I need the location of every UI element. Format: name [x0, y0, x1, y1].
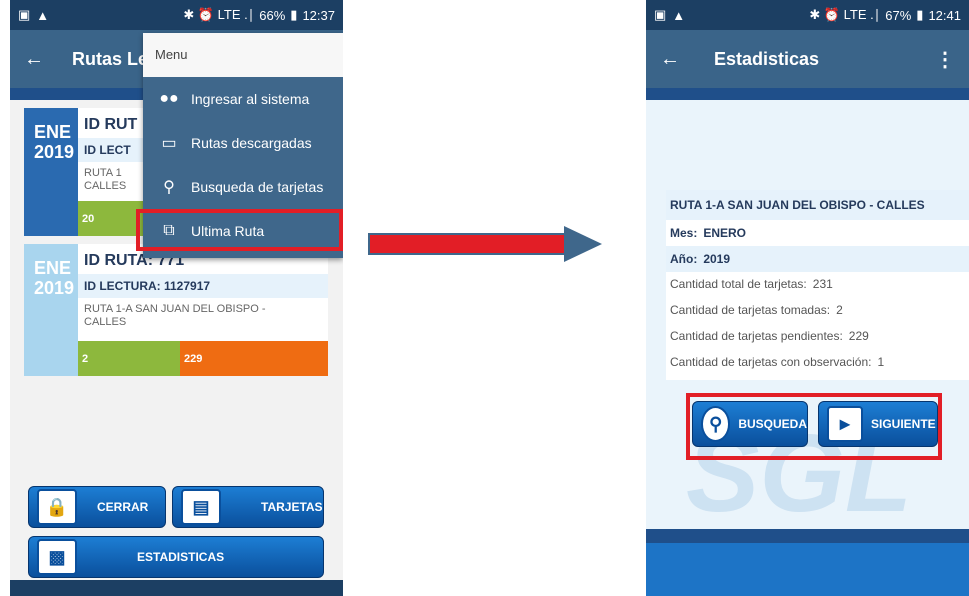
- status-bar: ▣ ▲ ✱ ⏰ LTE .∣ 66% ▮ 12:37: [10, 0, 343, 30]
- more-options-icon[interactable]: ⋮: [935, 47, 955, 72]
- footer-band: [646, 529, 969, 543]
- cards-button[interactable]: ▤ TARJETAS: [172, 486, 324, 528]
- statistics-button-label: ESTADISTICAS: [137, 550, 225, 564]
- close-button[interactable]: 🔒 CERRAR: [28, 486, 166, 528]
- cards-button-label: TARJETAS: [261, 500, 323, 514]
- back-arrow-icon[interactable]: ←: [660, 48, 680, 71]
- battery-icon: ▮: [916, 7, 924, 22]
- card-date: ENE 2019: [24, 108, 78, 236]
- battery-level: 67%: [885, 7, 912, 23]
- stats-year-label: Año:: [670, 252, 698, 266]
- highlight-box-ultima-ruta: [136, 209, 343, 251]
- nav-bar: [10, 580, 343, 596]
- stats-line-value: 2: [836, 303, 843, 317]
- stats-line-value: 1: [877, 355, 885, 369]
- card-month: ENE: [34, 122, 72, 142]
- menu-item-busqueda[interactable]: ⚲ Busqueda de tarjetas: [143, 165, 343, 209]
- clock: 12:37: [302, 7, 335, 23]
- warning-icon: ▲: [672, 7, 686, 23]
- folder-icon: ▭: [161, 135, 177, 152]
- bar-chart-icon: ▩: [37, 539, 77, 575]
- users-icon: ●●: [159, 90, 179, 107]
- card-date: ENE 2019: [24, 244, 78, 376]
- battery-level: 66%: [259, 7, 286, 23]
- card-month: ENE: [34, 258, 72, 278]
- stats-line-label: Cantidad de tarjetas pendientes:: [670, 329, 843, 343]
- stats-line-label: Cantidad de tarjetas con observación:: [670, 355, 872, 369]
- route-card[interactable]: ENE 2019 ID RUTA: 771 ID LECTURA: 112791…: [24, 244, 328, 376]
- card-id-lectura: ID LECTURA: 1127917: [78, 274, 328, 298]
- status-bar: ▣ ▲ ✱ ⏰ LTE .∣ 67% ▮ 12:41: [646, 0, 969, 30]
- warning-icon: ▲: [36, 7, 50, 23]
- card-year: 2019: [34, 142, 75, 162]
- menu-item-label: Ingresar al sistema: [191, 91, 310, 107]
- card-ruta-name: RUTA 1-A SAN JUAN DEL OBISPO - CALLES: [84, 303, 266, 328]
- highlight-box-buttons: [686, 393, 942, 460]
- statistics-panel: RUTA 1-A SAN JUAN DEL OBISPO - CALLES Me…: [666, 190, 969, 380]
- stats-line-value: 229: [848, 329, 869, 343]
- right-phone-screen: ▣ ▲ ✱ ⏰ LTE .∣ 67% ▮ 12:41 ← Estadistica…: [646, 0, 969, 596]
- stats-line-label: Cantidad de tarjetas tomadas:: [670, 303, 831, 317]
- stats-line-value: 231: [812, 277, 833, 291]
- lock-icon: 🔒: [37, 489, 77, 525]
- menu-item-label: Busqueda de tarjetas: [191, 179, 324, 195]
- stats-month: Mes: ENERO: [666, 220, 969, 246]
- search-icon: ⚲: [163, 179, 175, 196]
- menu-item-rutas-descargadas[interactable]: ▭ Rutas descargadas: [143, 121, 343, 165]
- stats-route-title: RUTA 1-A SAN JUAN DEL OBISPO - CALLES: [666, 190, 969, 220]
- stats-line-label: Cantidad total de tarjetas:: [670, 277, 807, 291]
- transition-arrow: [368, 226, 602, 262]
- stats-taken-cards: Cantidad de tarjetas tomadas: 2: [666, 298, 969, 324]
- screen-icon: ▣: [654, 7, 667, 22]
- footer-area: [646, 543, 969, 596]
- done-count: 2: [78, 341, 180, 376]
- cards-icon: ▤: [181, 489, 221, 525]
- stats-pending-cards: Cantidad de tarjetas pendientes: 229: [666, 324, 969, 350]
- page-title: Estadisticas: [714, 48, 820, 69]
- stats-observation-cards: Cantidad de tarjetas con observación: 1: [666, 350, 969, 376]
- stats-year-value: 2019: [703, 252, 731, 266]
- battery-icon: ▮: [290, 7, 298, 22]
- stats-month-label: Mes:: [670, 226, 698, 240]
- card-year: 2019: [34, 278, 75, 298]
- header-band: [646, 88, 969, 100]
- page-title: Rutas Le: [72, 48, 149, 69]
- stats-total-cards: Cantidad total de tarjetas: 231: [666, 272, 969, 298]
- status-icons: ✱ ⏰ LTE .∣: [809, 7, 881, 22]
- menu-item-label: Rutas descargadas: [191, 135, 312, 151]
- stats-month-value: ENERO: [703, 226, 747, 240]
- app-bar: ← Estadisticas ⋮: [646, 30, 969, 88]
- back-arrow-icon[interactable]: ←: [24, 48, 44, 71]
- menu-title: Menu: [143, 33, 343, 77]
- status-icons: ✱ ⏰ LTE .∣: [183, 7, 255, 22]
- close-button-label: CERRAR: [97, 500, 149, 514]
- statistics-button[interactable]: ▩ ESTADISTICAS: [28, 536, 324, 578]
- clock: 12:41: [928, 7, 961, 23]
- menu-item-ingresar[interactable]: ●● Ingresar al sistema: [143, 77, 343, 121]
- stats-year: Año: 2019: [666, 246, 969, 272]
- screen-icon: ▣: [18, 7, 31, 22]
- pending-count: 229: [180, 341, 328, 376]
- left-phone-screen: ▣ ▲ ✱ ⏰ LTE .∣ 66% ▮ 12:37 ← Rutas Le EN…: [10, 0, 343, 596]
